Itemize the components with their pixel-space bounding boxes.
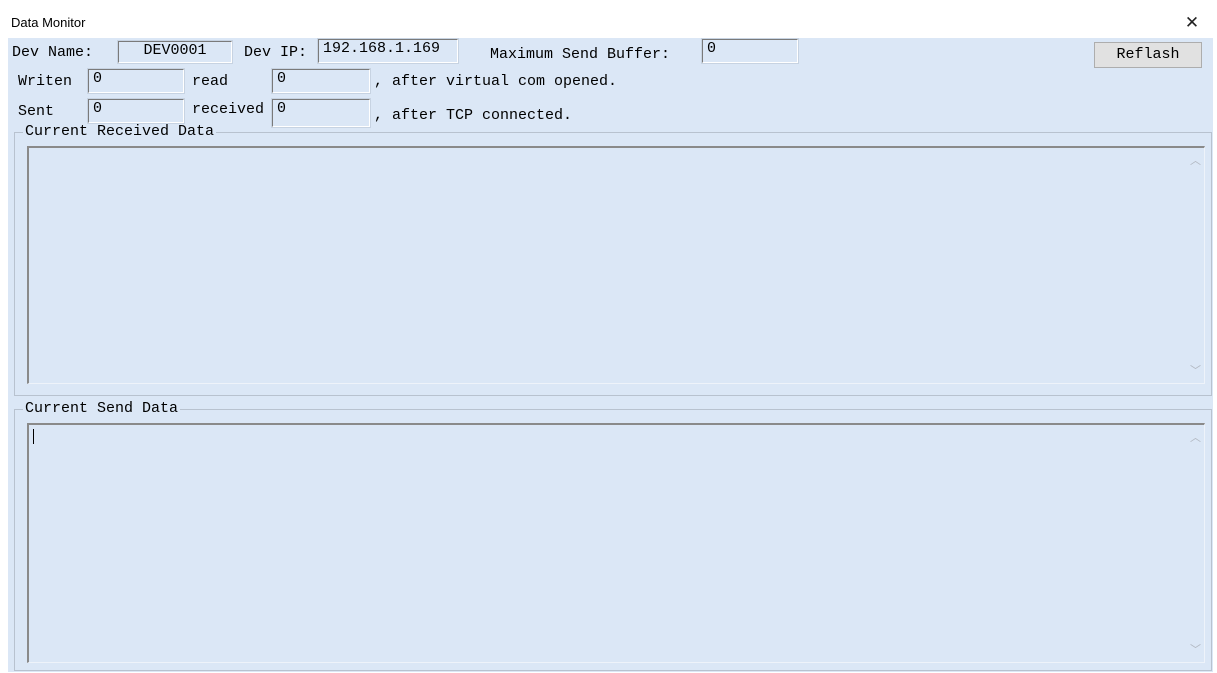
dev-name-label: Dev Name: bbox=[12, 44, 94, 61]
sent-label: Sent bbox=[18, 103, 55, 120]
send-data-group-label: Current Send Data bbox=[23, 400, 181, 417]
received-data-group: Current Received Data ︿ ﹀ bbox=[14, 124, 1212, 396]
chevron-up-icon[interactable]: ︿ bbox=[1187, 429, 1204, 446]
received-data-textarea[interactable]: ︿ ﹀ bbox=[27, 146, 1205, 384]
received-label: received bbox=[192, 101, 265, 118]
chevron-up-icon[interactable]: ︿ bbox=[1187, 152, 1204, 169]
reflash-button[interactable]: Reflash bbox=[1094, 42, 1202, 68]
read-label: read bbox=[192, 73, 229, 90]
writen-label: Writen bbox=[18, 73, 73, 90]
send-data-textarea[interactable]: ︿ ﹀ bbox=[27, 423, 1205, 663]
title-bar: Data Monitor ✕ bbox=[8, 8, 1213, 38]
dev-ip-field[interactable]: 192.168.1.169 bbox=[317, 38, 459, 64]
read-field[interactable]: 0 bbox=[271, 68, 371, 94]
max-send-buffer-label: Maximum Send Buffer: bbox=[490, 46, 671, 63]
writen-field[interactable]: 0 bbox=[87, 68, 185, 94]
text-cursor bbox=[33, 429, 34, 444]
send-data-group: Current Send Data ︿ ﹀ bbox=[14, 401, 1212, 671]
tcp-connected-note: , after TCP connected. bbox=[374, 107, 573, 124]
received-data-group-label: Current Received Data bbox=[23, 123, 217, 140]
sent-field[interactable]: 0 bbox=[87, 98, 185, 124]
virtual-com-note: , after virtual com opened. bbox=[374, 73, 618, 90]
data-monitor-window: Data Monitor ✕ Dev Name: DEV0001 Dev IP:… bbox=[8, 8, 1213, 672]
chevron-down-icon[interactable]: ﹀ bbox=[1187, 641, 1204, 658]
close-icon: ✕ bbox=[1184, 13, 1200, 33]
send-scrollbar[interactable]: ︿ ﹀ bbox=[1187, 425, 1204, 662]
dev-ip-label: Dev IP: bbox=[244, 44, 308, 61]
window-title: Data Monitor bbox=[11, 15, 86, 30]
chevron-down-icon[interactable]: ﹀ bbox=[1187, 362, 1204, 379]
received-scrollbar[interactable]: ︿ ﹀ bbox=[1187, 148, 1204, 383]
max-send-buffer-field[interactable]: 0 bbox=[701, 38, 799, 64]
received-field[interactable]: 0 bbox=[271, 98, 371, 128]
dev-name-field[interactable]: DEV0001 bbox=[117, 40, 233, 64]
close-button[interactable]: ✕ bbox=[1179, 10, 1205, 36]
